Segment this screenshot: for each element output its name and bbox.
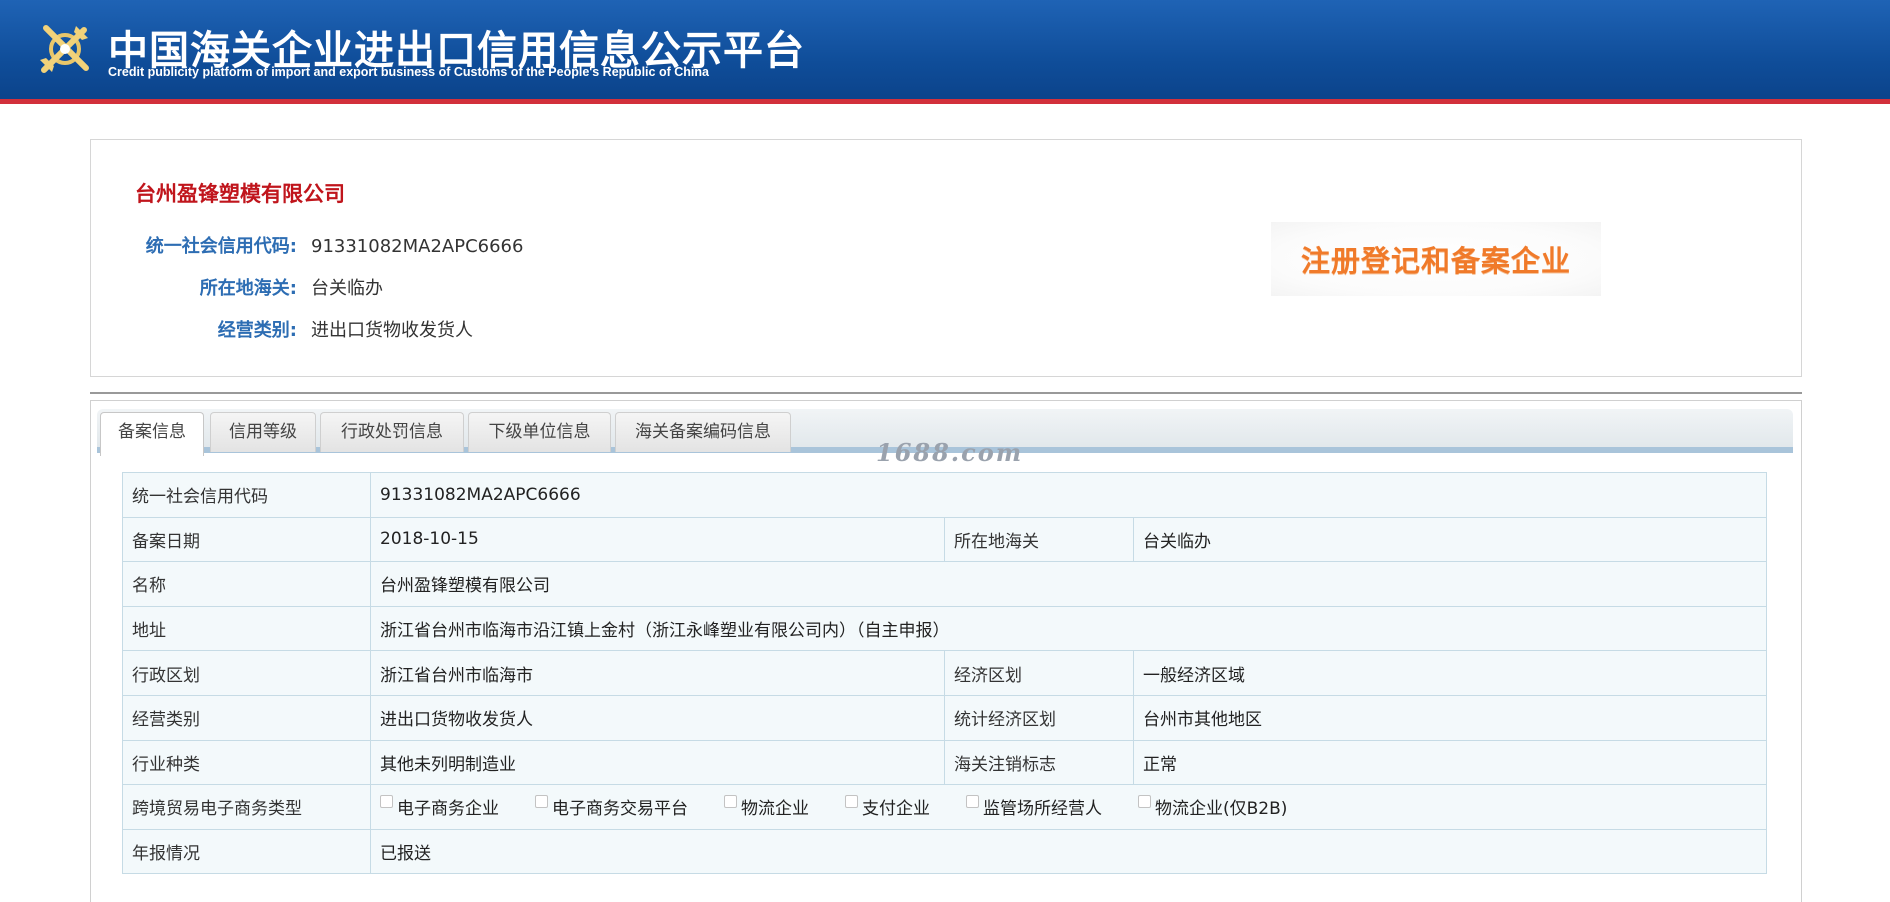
field-label: 统一社会信用代码 [122,472,371,518]
field-label: 所在地海关 [944,516,1134,563]
field-label: 经营类别 [122,694,371,741]
summary-value: 91331082MA2APC6666 [311,236,524,257]
field-label: 行业种类 [122,739,371,786]
checkbox[interactable] [535,795,548,809]
ecommerce-type-options: 电子商务企业 电子商务交易平台 物流企业 支付企业 监管场所经营人 物流企业(仅B2B) [370,784,1767,830]
field-value: 2018-10-15 [370,516,945,563]
checkbox-label: 电子商务企业 [397,799,499,820]
table-row: 名称 台州盈锋塑模有限公司 [122,561,1767,607]
checkbox[interactable] [845,795,858,809]
field-value: 进出口货物收发货人 [370,694,945,741]
ecommerce-option: 电子商务企业 [380,794,499,819]
table-row: 跨境贸易电子商务类型 电子商务企业 电子商务交易平台 物流企业 支付企业 监管场所经营人… [122,784,1767,830]
checkbox[interactable] [966,795,979,809]
field-label: 备案日期 [122,516,371,563]
ecommerce-option: 监管场所经营人 [966,794,1102,819]
site-subtitle: Credit publicity platform of import and … [108,65,709,79]
tab-subsidiary-units[interactable]: 下级单位信息 [468,412,611,452]
table-row: 年报情况 已报送 [122,828,1767,875]
section-divider [90,392,1802,394]
field-value: 已报送 [370,828,1767,875]
ecommerce-option: 支付企业 [845,794,930,819]
checkbox[interactable] [380,795,393,809]
header-red-line [0,99,1890,104]
checkbox[interactable] [724,795,737,809]
field-value: 其他未列明制造业 [370,739,945,786]
table-row: 经营类别 进出口货物收发货人 统计经济区划 台州市其他地区 [122,694,1767,741]
company-name: 台州盈锋塑模有限公司 [135,182,345,206]
summary-row-business-type: 经营类别: 进出口货物收发货人 [91,316,473,344]
tab-credit-level[interactable]: 信用等级 [210,412,316,452]
checkbox[interactable] [1138,795,1151,809]
stamp-text: 注册登记和备案企业 [1300,244,1571,278]
checkbox-label: 支付企业 [862,799,930,820]
registration-stamp: 注册登记和备案企业 [1271,222,1601,296]
tab-customs-code[interactable]: 海关备案编码信息 [615,412,791,452]
field-label: 地址 [122,605,371,652]
company-summary-card: 台州盈锋塑模有限公司 统一社会信用代码: 91331082MA2APC6666 所… [90,139,1802,377]
tab-admin-penalty[interactable]: 行政处罚信息 [320,412,464,452]
field-label: 海关注销标志 [944,739,1134,786]
checkbox-label: 物流企业(仅B2B) [1155,799,1288,820]
summary-label: 所在地海关: [199,278,297,299]
summary-value: 台关临办 [311,278,383,299]
field-value: 一般经济区域 [1133,650,1767,696]
summary-value: 进出口货物收发货人 [311,320,473,341]
ecommerce-option: 电子商务交易平台 [535,794,688,819]
field-value: 台关临办 [1133,516,1767,563]
summary-label: 统一社会信用代码: [145,236,297,257]
field-value: 浙江省台州市临海市 [370,650,945,696]
ecommerce-option: 物流企业(仅B2B) [1138,794,1287,819]
field-value: 正常 [1133,739,1767,786]
summary-row-customs: 所在地海关: 台关临办 [91,274,383,302]
field-value: 浙江省台州市临海市沿江镇上金村（浙江永峰塑业有限公司内）（自主申报） [370,605,1767,652]
checkbox-label: 电子商务交易平台 [552,799,688,820]
summary-label: 经营类别: [217,320,297,341]
watermark: 1688.com [876,438,1024,467]
field-value: 台州盈锋塑模有限公司 [370,561,1767,607]
field-value: 台州市其他地区 [1133,694,1767,741]
table-row: 行业种类 其他未列明制造业 海关注销标志 正常 [122,739,1767,786]
table-row: 行政区划 浙江省台州市临海市 经济区划 一般经济区域 [122,650,1767,696]
field-label: 统计经济区划 [944,694,1134,741]
field-label: 行政区划 [122,650,371,696]
tab-filing-info[interactable]: 备案信息 [100,412,204,456]
customs-emblem-icon [36,20,94,78]
field-label: 名称 [122,561,371,607]
field-label: 年报情况 [122,828,371,875]
table-row: 地址 浙江省台州市临海市沿江镇上金村（浙江永峰塑业有限公司内）（自主申报） [122,605,1767,652]
field-label: 经济区划 [944,650,1134,696]
field-label: 跨境贸易电子商务类型 [122,784,371,830]
checkbox-label: 监管场所经营人 [983,799,1102,820]
checkbox-label: 物流企业 [741,799,809,820]
table-row: 备案日期 2018-10-15 所在地海关 台关临办 [122,516,1767,563]
filing-details-table: 统一社会信用代码 91331082MA2APC6666 备案日期 2018-10… [122,472,1767,875]
table-row: 统一社会信用代码 91331082MA2APC6666 [122,472,1767,518]
ecommerce-option: 物流企业 [724,794,809,819]
field-value: 91331082MA2APC6666 [370,472,1767,518]
header-banner: 中国海关企业进出口信用信息公示平台 Credit publicity platf… [0,0,1890,104]
summary-row-credit-code: 统一社会信用代码: 91331082MA2APC6666 [91,232,524,260]
